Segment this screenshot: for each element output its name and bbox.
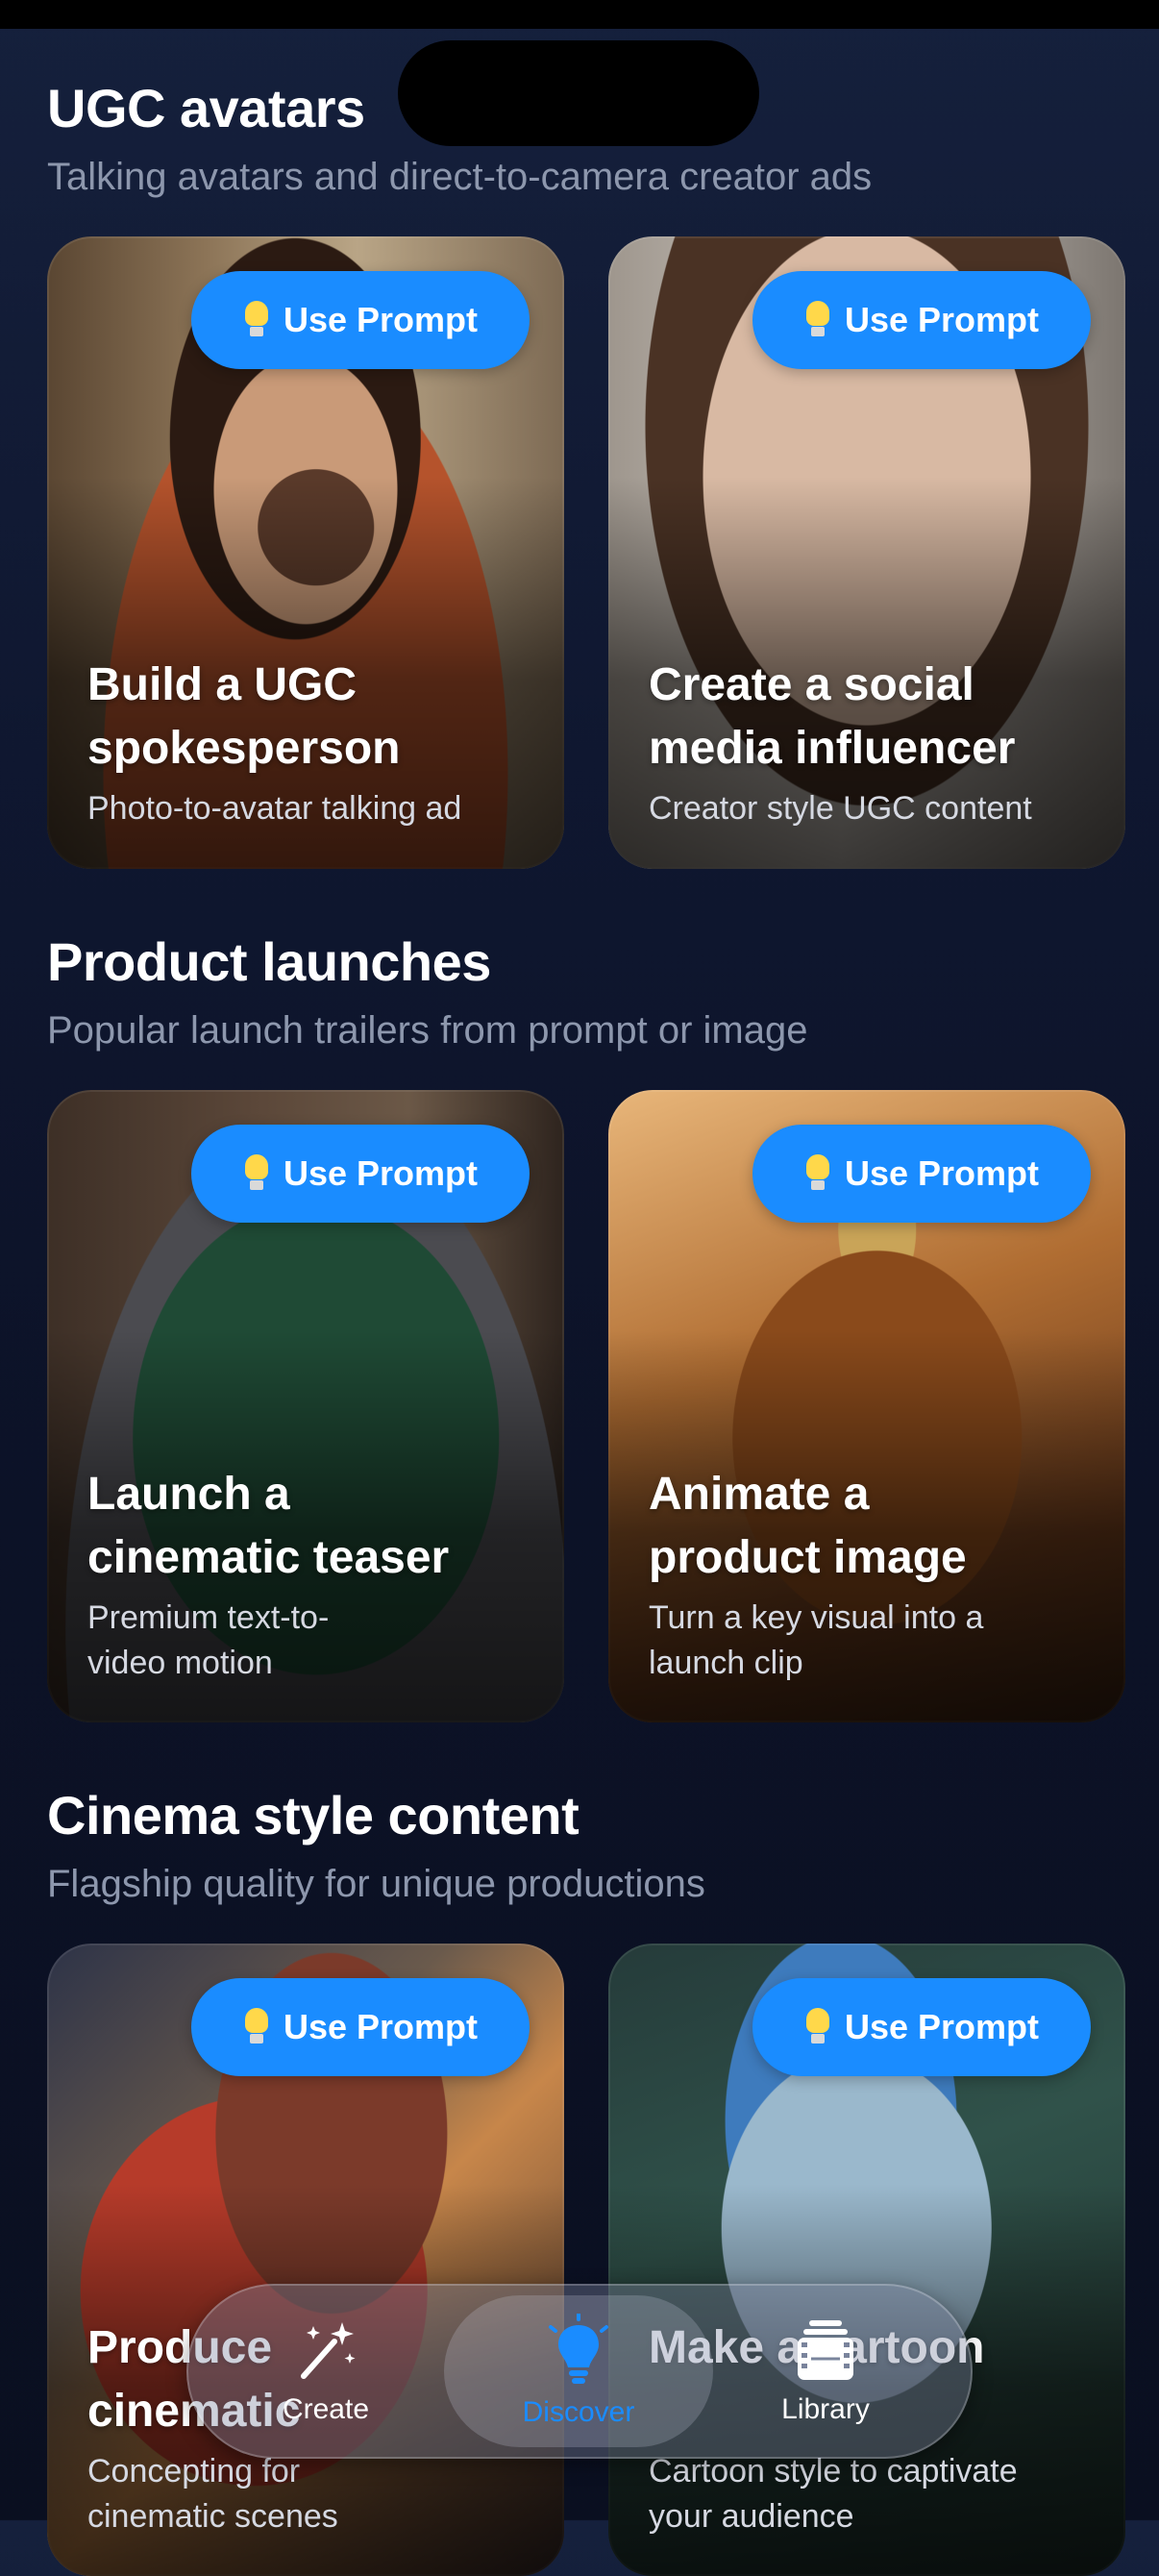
dynamic-island xyxy=(398,40,759,146)
card-title: Create a social media influencer xyxy=(649,659,1016,774)
card-subtitle: Cartoon style to captivate your audience xyxy=(649,2453,1018,2535)
card-create-social-influencer[interactable]: Use Prompt Create a social media influen… xyxy=(608,236,1125,869)
bottom-tab-bar: Create Discover Library xyxy=(186,2284,973,2459)
lightbulb-icon xyxy=(243,301,270,339)
magic-wand-icon xyxy=(301,2322,356,2379)
tab-discover[interactable]: Discover xyxy=(444,2295,713,2447)
use-prompt-button[interactable]: Use Prompt xyxy=(752,271,1091,369)
section-title-product-launches: Product launches xyxy=(47,931,491,992)
section-subtitle-ugc-avatars: Talking avatars and direct-to-camera cre… xyxy=(47,156,873,198)
use-prompt-button[interactable]: Use Prompt xyxy=(191,1978,530,2076)
status-bar xyxy=(0,0,1159,29)
card-subtitle: Photo-to-avatar talking ad xyxy=(87,790,462,827)
section-title-ugc-avatars: UGC avatars xyxy=(47,78,365,138)
tab-create[interactable]: Create xyxy=(225,2284,427,2459)
use-prompt-button[interactable]: Use Prompt xyxy=(191,271,530,369)
lightbulb-icon xyxy=(243,2008,270,2046)
film-stack-icon xyxy=(798,2320,853,2380)
use-prompt-label: Use Prompt xyxy=(844,300,1040,339)
card-title: Launch a cinematic teaser xyxy=(87,1469,450,1583)
lightbulb-icon xyxy=(549,2314,608,2384)
section-subtitle-product-launches: Popular launch trailers from prompt or i… xyxy=(47,1009,808,1052)
card-produce-cinematic[interactable]: Use Prompt Produce cinematic Concepting … xyxy=(47,1944,564,2576)
card-launch-cinematic-teaser[interactable]: Use Prompt Launch a cinematic teaser Pre… xyxy=(47,1090,564,1722)
use-prompt-label: Use Prompt xyxy=(283,1153,479,1193)
section-subtitle-cinema-style: Flagship quality for unique productions xyxy=(47,1863,705,1905)
use-prompt-button[interactable]: Use Prompt xyxy=(752,1125,1091,1223)
lightbulb-icon xyxy=(804,2008,831,2046)
card-subtitle: Concepting for cinematic scenes xyxy=(87,2453,338,2535)
card-title: Build a UGC spokesperson xyxy=(87,659,401,774)
card-animate-product-image[interactable]: Use Prompt Animate a product image Turn … xyxy=(608,1090,1125,1722)
card-subtitle: Premium text-to-video motion xyxy=(87,1599,330,1681)
lightbulb-icon xyxy=(804,1154,831,1193)
tab-label-create: Create xyxy=(282,2393,370,2425)
use-prompt-button[interactable]: Use Prompt xyxy=(191,1125,530,1223)
card-title: Animate a product image xyxy=(649,1469,967,1583)
tab-label-discover: Discover xyxy=(522,2396,635,2428)
tab-label-library: Library xyxy=(781,2393,870,2425)
use-prompt-label: Use Prompt xyxy=(283,300,479,339)
use-prompt-label: Use Prompt xyxy=(283,2007,479,2046)
use-prompt-label: Use Prompt xyxy=(844,1153,1040,1193)
card-make-cartoon[interactable]: Use Prompt Make a cartoon Cartoon style … xyxy=(608,1944,1125,2576)
card-subtitle: Turn a key visual into a launch clip xyxy=(649,1599,984,1681)
lightbulb-icon xyxy=(243,1154,270,1193)
tab-library[interactable]: Library xyxy=(725,2284,926,2459)
lightbulb-icon xyxy=(804,301,831,339)
use-prompt-button[interactable]: Use Prompt xyxy=(752,1978,1091,2076)
card-subtitle: Creator style UGC content xyxy=(649,790,1032,827)
section-title-cinema-style: Cinema style content xyxy=(47,1785,580,1845)
use-prompt-label: Use Prompt xyxy=(844,2007,1040,2046)
card-build-ugc-spokesperson[interactable]: Use Prompt Build a UGC spokesperson Phot… xyxy=(47,236,564,869)
